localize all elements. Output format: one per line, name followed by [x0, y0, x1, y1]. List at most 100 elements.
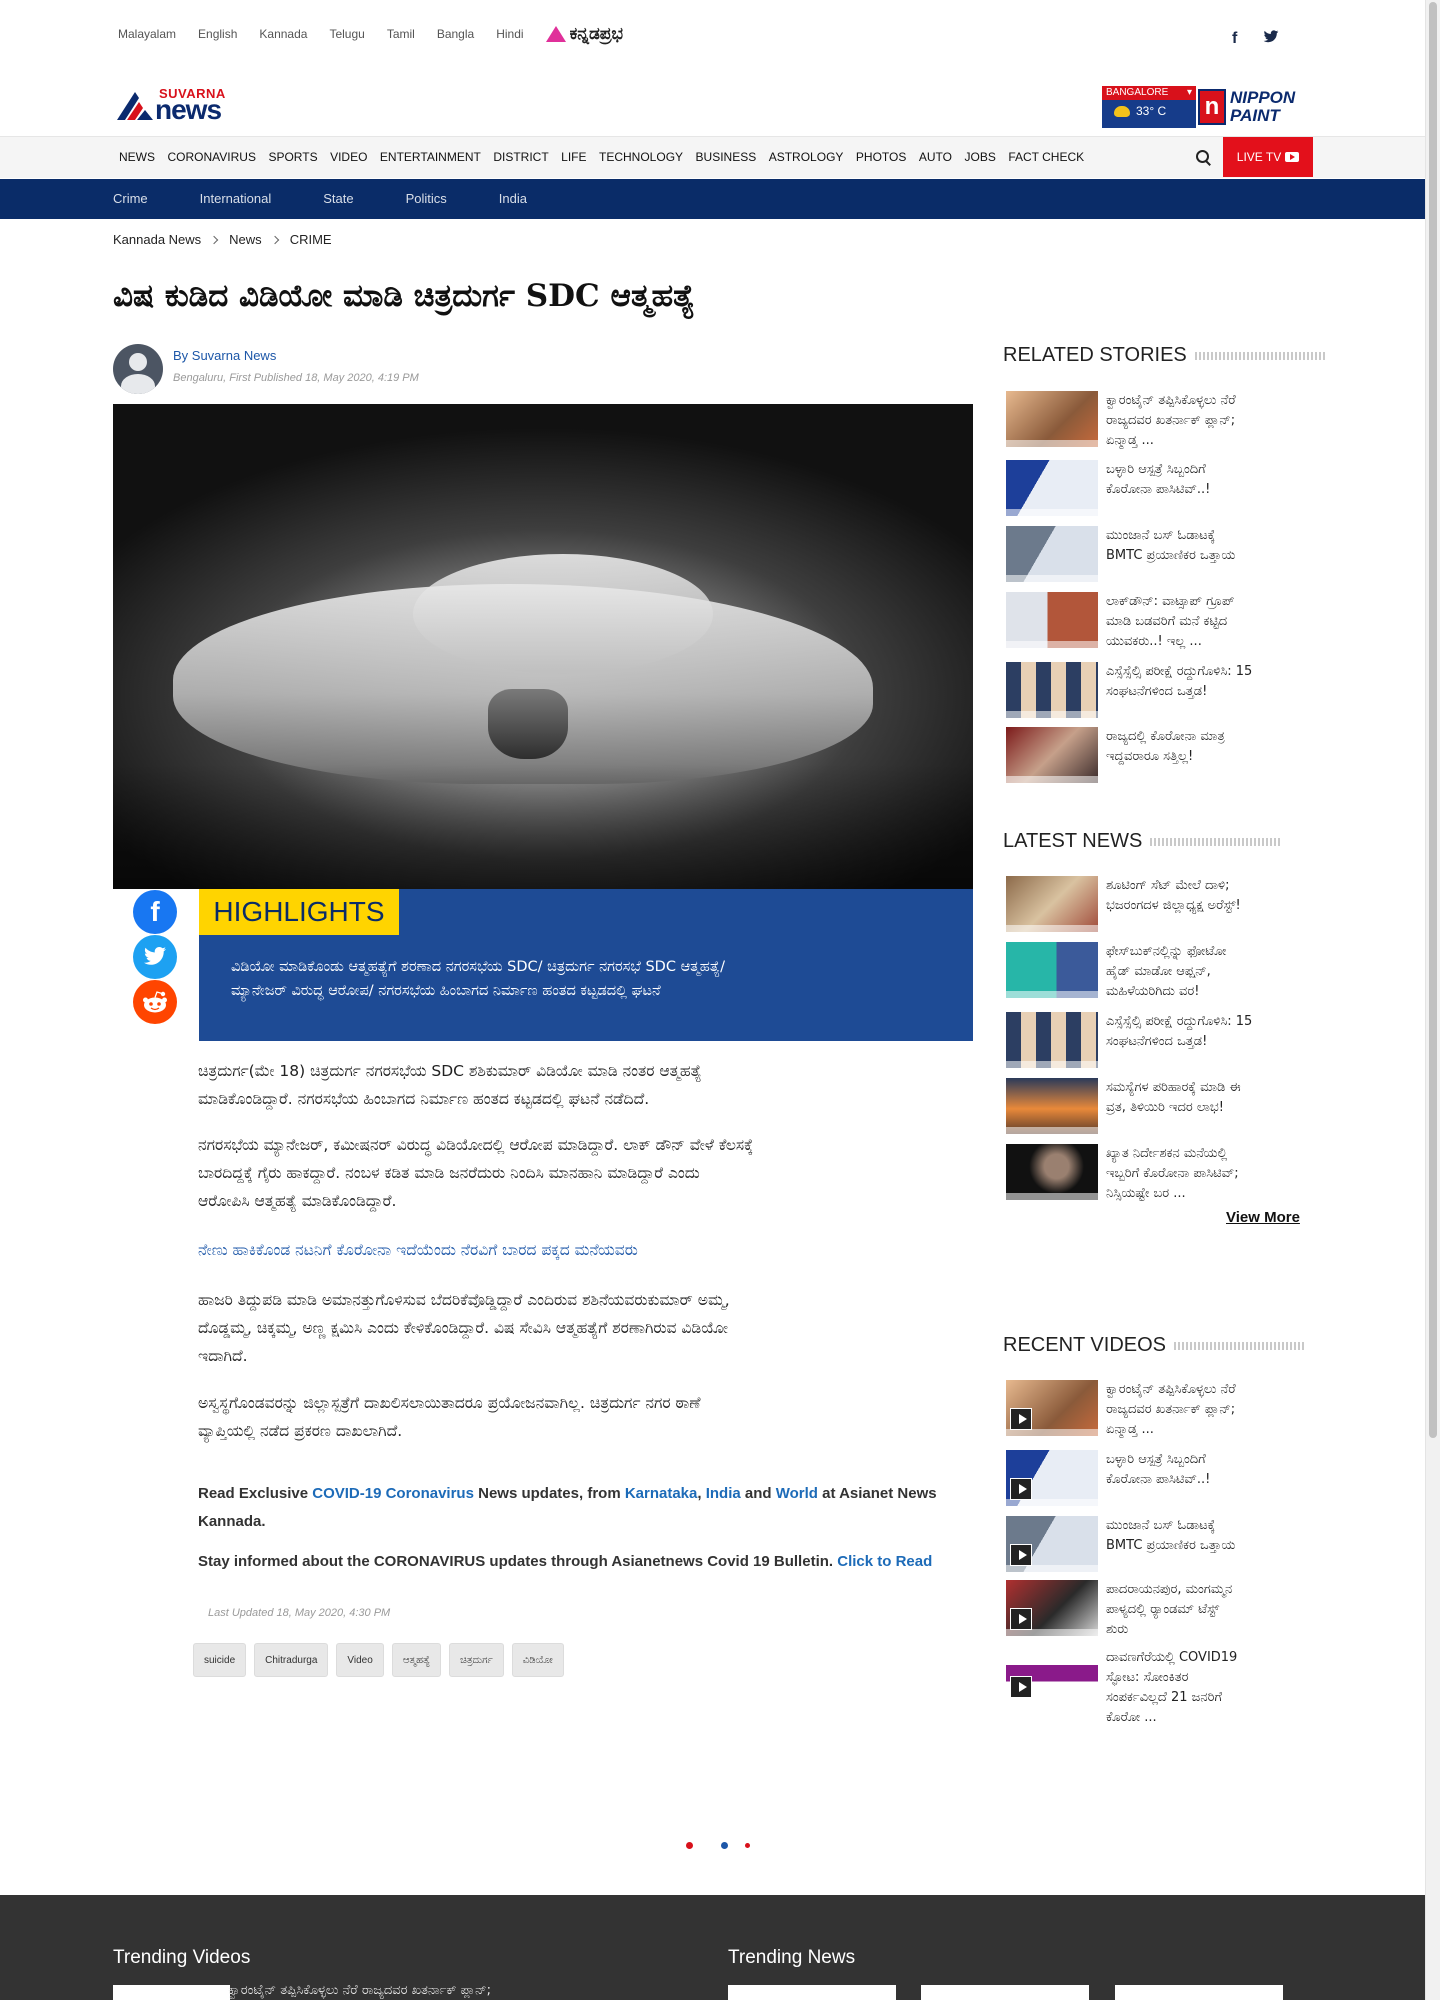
- subnav-international[interactable]: International: [200, 191, 272, 206]
- recent-video-item[interactable]: ಕ್ವಾರಂಟೈನ್ ತಪ್ಪಿಸಿಕೊಳ್ಳಲು ನೆರೆ ರಾಜ್ಯದವರ ಖ…: [1006, 1380, 1306, 1440]
- latest-news-item[interactable]: ಖ್ಯಾತ ನಿರ್ದೇಶಕನ ಮನೆಯಲ್ಲಿ ಇಬ್ಬರಿಗೆ ಕೊರೋನಾ …: [1006, 1144, 1306, 1204]
- lang-bangla[interactable]: Bangla: [437, 27, 474, 41]
- covid-link[interactable]: COVID-19 Coronavirus: [312, 1485, 474, 1502]
- nav-auto[interactable]: AUTO: [919, 150, 952, 164]
- share-reddit-icon[interactable]: [133, 980, 177, 1024]
- highlights-text: ವಿಡಿಯೋ ಮಾಡಿಕೊಂಡು ಆತ್ಮಹತ್ಯೆಗೆ ಶರಣಾದ ನಗರಸಭ…: [231, 955, 931, 1003]
- trending-video-thumbnail[interactable]: [113, 1985, 230, 2000]
- trending-news-card[interactable]: [921, 1985, 1089, 2000]
- kannadaprabha-logo-icon: [545, 26, 566, 42]
- nav-photos[interactable]: PHOTOS: [856, 150, 906, 164]
- lang-telugu[interactable]: Telugu: [329, 27, 364, 41]
- page-scrollbar[interactable]: [1425, 0, 1440, 2000]
- related-story-item[interactable]: ಮುಂಜಾನೆ ಬಸ್ ಓಡಾಟಕ್ಕೆ BMTC ಪ್ರಯಾಣಿಕರ ಒತ್ತಾ…: [1006, 526, 1306, 582]
- kannadaprabha-logo[interactable]: ಕನ್ನಡಪ್ರಭ: [545, 24, 624, 44]
- sponsor-nippon-paint[interactable]: n NIPPON PAINT: [1198, 86, 1310, 128]
- author-name[interactable]: By Suvarna News: [173, 348, 276, 363]
- logo-news-text: news: [155, 94, 222, 125]
- logo-mark-icon: [117, 92, 153, 120]
- breadcrumb-kannada-news[interactable]: Kannada News: [113, 232, 201, 247]
- live-tv-button[interactable]: LIVE TV: [1223, 137, 1313, 177]
- article-paragraph: ನಗರಸಭೆಯ ಮ್ಯಾನೇಜರ್, ಕಮೀಷನರ್ ವಿರುದ್ಧ ವಿಡಿಯ…: [198, 1131, 918, 1215]
- scrollbar-thumb[interactable]: [1429, 2, 1437, 1438]
- carousel-dot[interactable]: [745, 1843, 750, 1848]
- subnav-crime[interactable]: Crime: [113, 191, 148, 206]
- paragraph-line: ವ್ಯಾಪ್ತಿಯಲ್ಲಿ ನಡೆದ ಪ್ರಕರಣ ದಾಖಲಾಗಿದೆ.: [198, 1422, 403, 1440]
- share-facebook-icon[interactable]: f: [133, 890, 177, 934]
- weather-widget[interactable]: BANGALORE ▾ 33° C: [1102, 86, 1196, 128]
- nav-life[interactable]: LIFE: [561, 150, 586, 164]
- latest-news-item[interactable]: ಸಮಸ್ಯೆಗಳ ಪರಿಹಾರಕ್ಕೆ ಮಾಡಿ ಈ ವ್ರತ, ತಿಳಿಯಿರಿ…: [1006, 1078, 1306, 1134]
- related-story-item[interactable]: ಲಾಕ್‌ಡೌನ್: ವಾಟ್ಸಾಪ್ ಗ್ರೂಪ್ ಮಾಡಿ ಬಡವರಿಗೆ ಮ…: [1006, 592, 1306, 652]
- trending-news-card[interactable]: [1115, 1985, 1283, 2000]
- lang-kannada[interactable]: Kannada: [259, 27, 307, 41]
- tag-suicide-kannada[interactable]: ಆತ್ಮಹತ್ಯೆ: [391, 1643, 442, 1677]
- kannadaprabha-logo-text: ಕನ್ನಡಪ್ರಭ: [569, 24, 624, 44]
- sponsor-line2: PAINT: [1230, 106, 1280, 125]
- nav-jobs[interactable]: JOBS: [965, 150, 996, 164]
- recent-videos-title: RECENT VIDEOS: [1003, 1334, 1166, 1356]
- recent-video-item[interactable]: ಬಳ್ಳಾರಿ ಆಸ್ಪತ್ರೆ ಸಿಬ್ಬಂದಿಗೆ ಕೊರೋನಾ ಪಾಸಿಟಿ…: [1006, 1450, 1306, 1506]
- recent-videos-heading: RECENT VIDEOS: [1003, 1334, 1304, 1357]
- nav-entertainment[interactable]: ENTERTAINMENT: [380, 150, 481, 164]
- read-exclusive-prefix: Read Exclusive: [198, 1485, 313, 1502]
- facebook-icon[interactable]: f: [1232, 30, 1237, 49]
- related-story-item[interactable]: ರಾಜ್ಯದಲ್ಲಿ ಕೊರೋನಾ ಮಾತ್ರ ಇದ್ದವರಾರೂ ಸತ್ತಿಲ್…: [1006, 727, 1306, 783]
- tag-video[interactable]: Video: [336, 1643, 384, 1677]
- recent-video-item[interactable]: ಮುಂಜಾನೆ ಬಸ್ ಓಡಾಟಕ್ಕೆ BMTC ಪ್ರಯಾಣಿಕರ ಒತ್ತಾ…: [1006, 1516, 1306, 1572]
- nav-fact-check[interactable]: FACT CHECK: [1008, 150, 1084, 164]
- nav-video[interactable]: VIDEO: [330, 150, 367, 164]
- subnav-india[interactable]: India: [499, 191, 527, 206]
- nav-coronavirus[interactable]: CORONAVIRUS: [168, 150, 256, 164]
- nav-district[interactable]: DISTRICT: [493, 150, 548, 164]
- lang-hindi[interactable]: Hindi: [496, 27, 523, 41]
- lang-malayalam[interactable]: Malayalam: [118, 27, 176, 41]
- view-more-link[interactable]: View More: [1226, 1209, 1300, 1226]
- nav-technology[interactable]: TECHNOLOGY: [599, 150, 683, 164]
- nav-astrology[interactable]: ASTROLOGY: [769, 150, 844, 164]
- india-link[interactable]: India: [706, 1485, 741, 1502]
- trending-news-heading: Trending News: [728, 1947, 856, 1968]
- twitter-icon[interactable]: [1263, 30, 1279, 49]
- related-story-item[interactable]: ಕ್ವಾರಂಟೈನ್ ತಪ್ಪಿಸಿಕೊಳ್ಳಲು ನೆರೆ ರಾಜ್ಯದವರ ಖ…: [1006, 391, 1306, 451]
- related-article-link[interactable]: ನೇಣು ಹಾಕಿಕೊಂಡ ನಟನಿಗೆ ಕೊರೋನಾ ಇದೆಯೆಂದು ನೆರ…: [198, 1236, 918, 1264]
- search-icon[interactable]: [1196, 150, 1212, 166]
- nav-business[interactable]: BUSINESS: [696, 150, 757, 164]
- nav-news[interactable]: NEWS: [119, 150, 155, 164]
- carousel-dot[interactable]: [686, 1842, 693, 1849]
- subnav-state[interactable]: State: [323, 191, 353, 206]
- read-exclusive-suffix: at Asianet News: [817, 1485, 937, 1502]
- latest-news-item[interactable]: ಎಸ್ಸೆಸ್ಸೆಲ್ಸಿ ಪರೀಕ್ಷೆ ರದ್ದುಗೊಳಿಸಿ: 15 ಸಂಘ…: [1006, 1012, 1306, 1068]
- breadcrumb-news[interactable]: News: [229, 232, 262, 247]
- lang-tamil[interactable]: Tamil: [387, 27, 415, 41]
- weather-city-select[interactable]: BANGALORE ▾: [1102, 86, 1196, 100]
- carousel-dot[interactable]: [721, 1842, 728, 1849]
- tag-video-kannada[interactable]: ವಿಡಿಯೋ: [511, 1643, 564, 1677]
- play-icon: [1010, 1478, 1032, 1500]
- share-twitter-icon[interactable]: [133, 935, 177, 979]
- paragraph-line: ಅಸ್ವಸ್ಥಗೊಂಡವರನ್ನು ಜಿಲ್ಲಾಸ್ಪತ್ರೆಗೆ ದಾಖಲಿಸ…: [198, 1394, 701, 1412]
- suvarna-news-logo[interactable]: SUVARNA news: [115, 84, 245, 125]
- related-story-item[interactable]: ಬಳ್ಳಾರಿ ಆಸ್ಪತ್ರೆ ಸಿಬ್ಬಂದಿಗೆ ಕೊರೋನಾ ಪಾಸಿಟಿ…: [1006, 460, 1306, 516]
- breadcrumb-crime[interactable]: CRIME: [290, 232, 332, 247]
- tag-chitradurga[interactable]: Chitradurga: [254, 1643, 329, 1677]
- paragraph-line: ಬಾರದಿದ್ದಕ್ಕೆ ಗೈರು ಹಾಕದ್ದಾರೆ. ನಂಬಳ ಕಡಿತ ಮ…: [198, 1164, 700, 1182]
- recent-video-item[interactable]: ದಾವಣಗೆರೆಯಲ್ಲಿ COVID19 ಸ್ಫೋಟ: ಸೋಂಕಿತರ ಸಂಪರ್…: [1006, 1648, 1306, 1728]
- latest-news-item[interactable]: ಫೇಸ್‌ಬುಕ್‌ನಲ್ಲಿನ್ನು ಫೋಟೋ ಹೈಡ್ ಮಾಡೋ ಆಪ್ಷನ್…: [1006, 942, 1306, 1002]
- latest-news-item[interactable]: ಶೂಟಿಂಗ್ ಸೆಟ್ ಮೇಲೆ ದಾಳಿ; ಭಜರಂಗದಳ ಜಿಲ್ಲಾಧ್ಯ…: [1006, 876, 1306, 932]
- click-to-read-link[interactable]: Click to Read: [837, 1553, 932, 1570]
- paragraph-line: ಚಿತ್ರದುರ್ಗ(ಮೇ 18) ಚಿತ್ರದುರ್ಗ ನಗರಸಭೆಯ SDC…: [198, 1062, 702, 1080]
- world-link[interactable]: World: [776, 1485, 818, 1502]
- related-story-item[interactable]: ಎಸ್ಸೆಸ್ಸೆಲ್ಸಿ ಪರೀಕ್ಷೆ ರದ್ದುಗೊಳಿಸಿ: 15 ಸಂಘ…: [1006, 662, 1306, 718]
- subnav-politics[interactable]: Politics: [406, 191, 447, 206]
- trending-news-card[interactable]: [728, 1985, 896, 2000]
- karnataka-link[interactable]: Karnataka: [625, 1485, 698, 1502]
- story-thumbnail: [1006, 391, 1098, 447]
- tag-chitradurga-kannada[interactable]: ಚಿತ್ರದುರ್ಗ: [449, 1643, 504, 1677]
- tag-suicide[interactable]: suicide: [193, 1643, 247, 1677]
- recent-video-item[interactable]: ಪಾದರಾಯನಪುರ, ಮಂಗಮ್ಮನ ಪಾಳ್ಯದಲ್ಲಿ ರ್‍ಯಾಂಡಮ್ …: [1006, 1580, 1306, 1640]
- trending-video-title[interactable]: ಕ್ವಾರಂಟೈನ್ ತಪ್ಪಿಸಿಕೊಳ್ಳಲು ನೆರೆ ರಾಜ್ಯದವರ …: [228, 1983, 491, 1998]
- sub-navigation: Crime International State Politics India: [0, 179, 1425, 219]
- nav-sports[interactable]: SPORTS: [268, 150, 317, 164]
- lang-english[interactable]: English: [198, 27, 237, 41]
